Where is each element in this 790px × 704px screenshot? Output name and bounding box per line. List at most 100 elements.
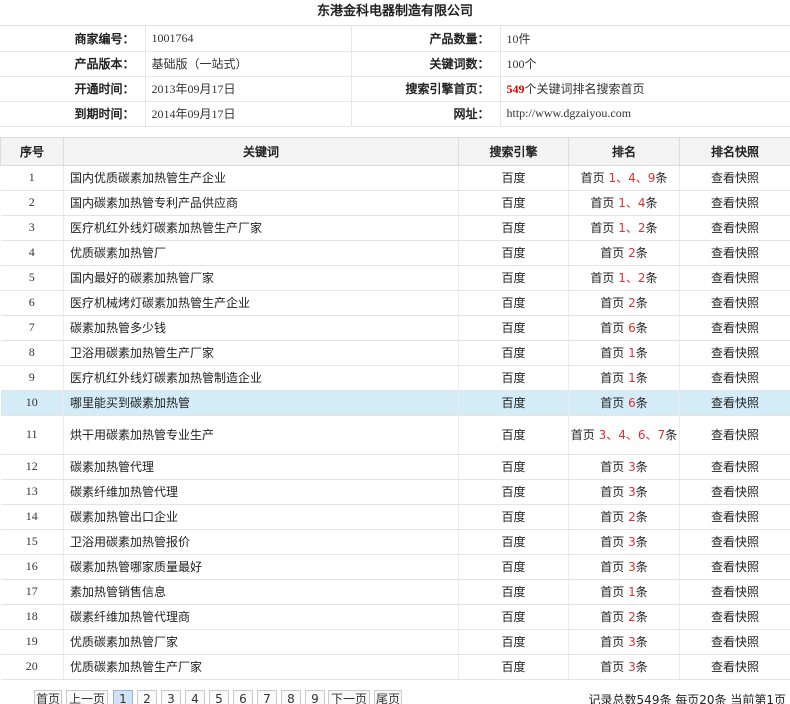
row-index: 15 bbox=[0, 529, 64, 555]
view-snapshot-link[interactable]: 查看快照 bbox=[679, 454, 790, 480]
row-keyword: 哪里能买到碳素加热管 bbox=[63, 390, 459, 416]
rank-prefix: 首页 bbox=[600, 484, 625, 499]
rank-prefix: 首页 bbox=[600, 559, 625, 574]
view-snapshot-link[interactable]: 查看快照 bbox=[679, 290, 790, 316]
row-index: 1 bbox=[0, 165, 64, 191]
view-snapshot-link[interactable]: 查看快照 bbox=[679, 504, 790, 530]
row-keyword: 医疗机红外线灯碳素加热管生产厂家 bbox=[63, 215, 459, 241]
page-number-button[interactable]: 1 bbox=[113, 690, 133, 704]
page-number-button[interactable]: 5 bbox=[209, 690, 229, 704]
col-header-rank: 排名 bbox=[568, 136, 680, 166]
keyword-count-value: 100个 bbox=[500, 51, 790, 77]
row-engine: 百度 bbox=[458, 479, 569, 505]
view-snapshot-link[interactable]: 查看快照 bbox=[679, 554, 790, 580]
page-number-button[interactable]: 2 bbox=[137, 690, 157, 704]
view-snapshot-link[interactable]: 查看快照 bbox=[679, 265, 790, 291]
view-snapshot-link[interactable]: 查看快照 bbox=[679, 190, 790, 216]
row-index: 10 bbox=[0, 390, 64, 416]
keyword-table-body: 1 国内优质碳素加热管生产企业 百度 首页 1、4、9条 查看快照 2 国内碳素加热管专利产… bbox=[0, 165, 790, 680]
page-number-button[interactable]: 9 bbox=[305, 690, 325, 704]
table-row: 17 素加热管销售信息 百度 首页 1条 查看快照 bbox=[0, 579, 790, 605]
row-index: 3 bbox=[0, 215, 64, 241]
rank-suffix: 条 bbox=[635, 320, 648, 335]
view-snapshot-link[interactable]: 查看快照 bbox=[679, 604, 790, 630]
rank-positions: 2 bbox=[628, 295, 636, 310]
view-snapshot-link[interactable]: 查看快照 bbox=[679, 240, 790, 266]
page-number-button[interactable]: 3 bbox=[161, 690, 181, 704]
merchant-info-table: 商家编号： 1001764 产品数量： 10件 产品版本： 基础版（一站式） 关… bbox=[0, 26, 790, 127]
row-engine: 百度 bbox=[458, 579, 569, 605]
view-snapshot-link[interactable]: 查看快照 bbox=[679, 415, 790, 455]
rank-suffix: 条 bbox=[635, 459, 648, 474]
row-index: 19 bbox=[0, 629, 64, 655]
open-date-label: 开通时间： bbox=[0, 76, 146, 102]
website-link[interactable]: http://www.dgzaiyou.com bbox=[500, 101, 790, 127]
page-number-button[interactable]: 8 bbox=[281, 690, 301, 704]
view-snapshot-link[interactable]: 查看快照 bbox=[679, 365, 790, 391]
pagination: 首页 上一页 123456789 下一页 尾页 记录总数549条 每页20条 当… bbox=[0, 690, 790, 704]
row-rank: 首页 1、2条 bbox=[568, 265, 680, 291]
company-title: 东港金科电器制造有限公司 bbox=[0, 0, 790, 26]
rank-positions: 6 bbox=[628, 320, 636, 335]
row-engine: 百度 bbox=[458, 240, 569, 266]
merchant-id-label: 商家编号： bbox=[0, 26, 146, 52]
row-keyword: 优质碳素加热管厂 bbox=[63, 240, 459, 266]
table-row: 9 医疗机红外线灯碳素加热管制造企业 百度 首页 1条 查看快照 bbox=[0, 365, 790, 391]
row-keyword: 优质碳素加热管生产厂家 bbox=[63, 654, 459, 680]
expire-date-label: 到期时间： bbox=[0, 101, 146, 127]
row-rank: 首页 1条 bbox=[568, 365, 680, 391]
expire-date-value: 2014年09月17日 bbox=[145, 101, 352, 127]
rank-suffix: 条 bbox=[645, 220, 658, 235]
view-snapshot-link[interactable]: 查看快照 bbox=[679, 315, 790, 341]
page-number-button[interactable]: 4 bbox=[185, 690, 205, 704]
table-row: 1 国内优质碳素加热管生产企业 百度 首页 1、4、9条 查看快照 bbox=[0, 165, 790, 191]
row-keyword: 医疗机械烤灯碳素加热管生产企业 bbox=[63, 290, 459, 316]
row-keyword: 素加热管销售信息 bbox=[63, 579, 459, 605]
view-snapshot-link[interactable]: 查看快照 bbox=[679, 390, 790, 416]
view-snapshot-link[interactable]: 查看快照 bbox=[679, 479, 790, 505]
view-snapshot-link[interactable]: 查看快照 bbox=[679, 579, 790, 605]
row-index: 5 bbox=[0, 265, 64, 291]
rank-prefix: 首页 bbox=[590, 195, 615, 210]
row-engine: 百度 bbox=[458, 529, 569, 555]
prev-page-button[interactable]: 上一页 bbox=[66, 690, 108, 704]
rank-suffix: 条 bbox=[655, 170, 668, 185]
rank-positions: 3 bbox=[628, 534, 636, 549]
table-row: 5 国内最好的碳素加热管厂家 百度 首页 1、2条 查看快照 bbox=[0, 265, 790, 291]
row-index: 11 bbox=[0, 415, 64, 455]
open-date-value: 2013年09月17日 bbox=[145, 76, 352, 102]
next-page-button[interactable]: 下一页 bbox=[328, 690, 370, 704]
view-snapshot-link[interactable]: 查看快照 bbox=[679, 215, 790, 241]
row-keyword: 碳素纤维加热管代理 bbox=[63, 479, 459, 505]
view-snapshot-link[interactable]: 查看快照 bbox=[679, 165, 790, 191]
view-snapshot-link[interactable]: 查看快照 bbox=[679, 340, 790, 366]
first-page-button[interactable]: 首页 bbox=[34, 690, 62, 704]
rank-positions: 1 bbox=[628, 345, 636, 360]
last-page-button[interactable]: 尾页 bbox=[374, 690, 402, 704]
rank-positions: 6 bbox=[628, 395, 636, 410]
view-snapshot-link[interactable]: 查看快照 bbox=[679, 654, 790, 680]
row-engine: 百度 bbox=[458, 604, 569, 630]
row-engine: 百度 bbox=[458, 165, 569, 191]
rank-positions: 2 bbox=[628, 609, 636, 624]
rank-positions: 3 bbox=[628, 634, 636, 649]
rank-prefix: 首页 bbox=[600, 345, 625, 360]
page-number-button[interactable]: 7 bbox=[257, 690, 277, 704]
row-engine: 百度 bbox=[458, 554, 569, 580]
view-snapshot-link[interactable]: 查看快照 bbox=[679, 529, 790, 555]
page-number-button[interactable]: 6 bbox=[233, 690, 253, 704]
rank-prefix: 首页 bbox=[600, 459, 625, 474]
rank-suffix: 条 bbox=[645, 270, 658, 285]
view-snapshot-link[interactable]: 查看快照 bbox=[679, 629, 790, 655]
row-rank: 首页 3条 bbox=[568, 454, 680, 480]
row-rank: 首页 1条 bbox=[568, 340, 680, 366]
table-row: 10 哪里能买到碳素加热管 百度 首页 6条 查看快照 bbox=[0, 390, 790, 416]
row-rank: 首页 2条 bbox=[568, 604, 680, 630]
row-keyword: 碳素加热管哪家质量最好 bbox=[63, 554, 459, 580]
row-keyword: 卫浴用碳素加热管生产厂家 bbox=[63, 340, 459, 366]
table-row: 16 碳素加热管哪家质量最好 百度 首页 3条 查看快照 bbox=[0, 554, 790, 580]
table-row: 18 碳素纤维加热管代理商 百度 首页 2条 查看快照 bbox=[0, 604, 790, 630]
row-keyword: 医疗机红外线灯碳素加热管制造企业 bbox=[63, 365, 459, 391]
rank-positions: 1 bbox=[628, 584, 636, 599]
rank-positions: 3 bbox=[628, 659, 636, 674]
